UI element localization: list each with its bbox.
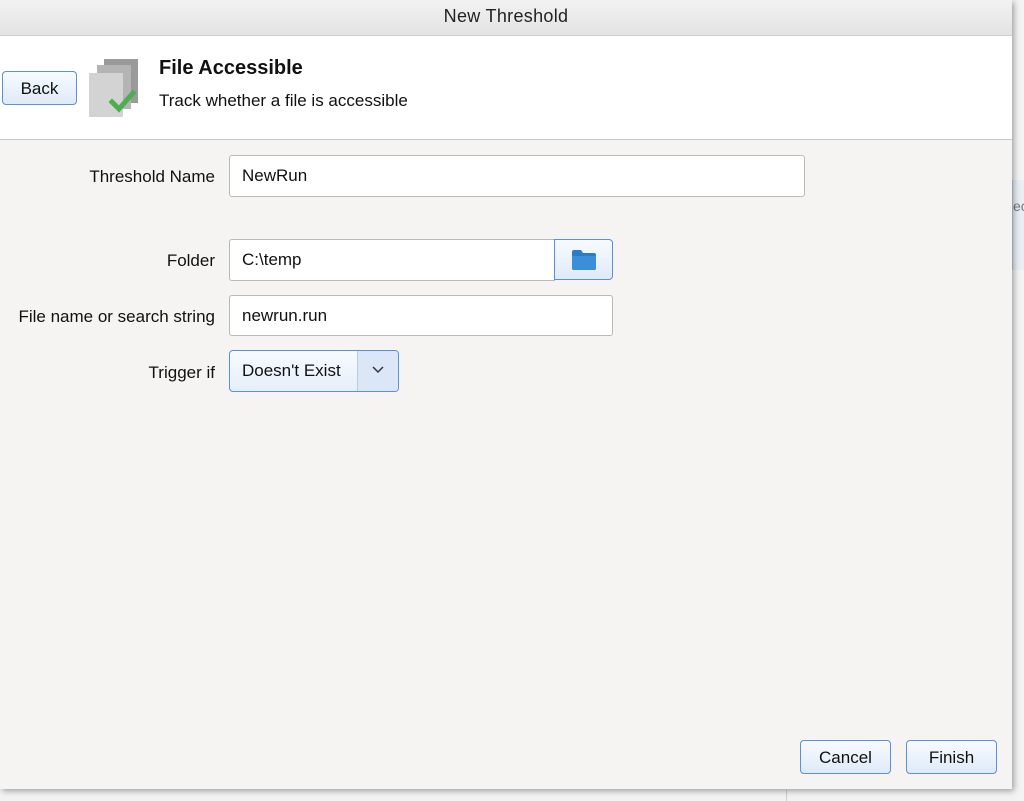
back-button[interactable]: Back <box>2 71 77 105</box>
background-divider <box>786 790 787 801</box>
browse-folder-button[interactable] <box>554 239 613 280</box>
background-panel-text: ec <box>1013 198 1024 214</box>
file-name-label: File name or search string <box>18 307 215 326</box>
trigger-select-value: Doesn't Exist <box>242 361 341 380</box>
background-panel: ec <box>1012 180 1024 270</box>
trigger-select-arrow[interactable] <box>358 351 398 391</box>
folder-icon <box>572 250 596 270</box>
header-title: File Accessible <box>159 57 303 79</box>
header-subtitle: Track whether a file is accessible <box>159 91 408 110</box>
chevron-down-icon <box>372 366 384 374</box>
folder-label: Folder <box>166 251 215 270</box>
threshold-name-label: Threshold Name <box>89 167 215 186</box>
folder-input[interactable]: C:\temp <box>229 239 555 281</box>
file-accessible-icon <box>86 59 142 119</box>
finish-button[interactable]: Finish <box>906 740 997 774</box>
threshold-name-input[interactable]: NewRun <box>229 155 805 197</box>
window-title: New Threshold <box>0 0 1012 36</box>
cancel-button[interactable]: Cancel <box>800 740 891 774</box>
trigger-select[interactable]: Doesn't Exist <box>229 350 399 392</box>
file-name-input[interactable]: newrun.run <box>229 295 613 336</box>
dialog-header: Back File Accessible Track whether a fil… <box>0 36 1012 140</box>
new-threshold-dialog: New Threshold Back File Accessible Track… <box>0 0 1012 789</box>
trigger-label: Trigger if <box>148 363 215 382</box>
